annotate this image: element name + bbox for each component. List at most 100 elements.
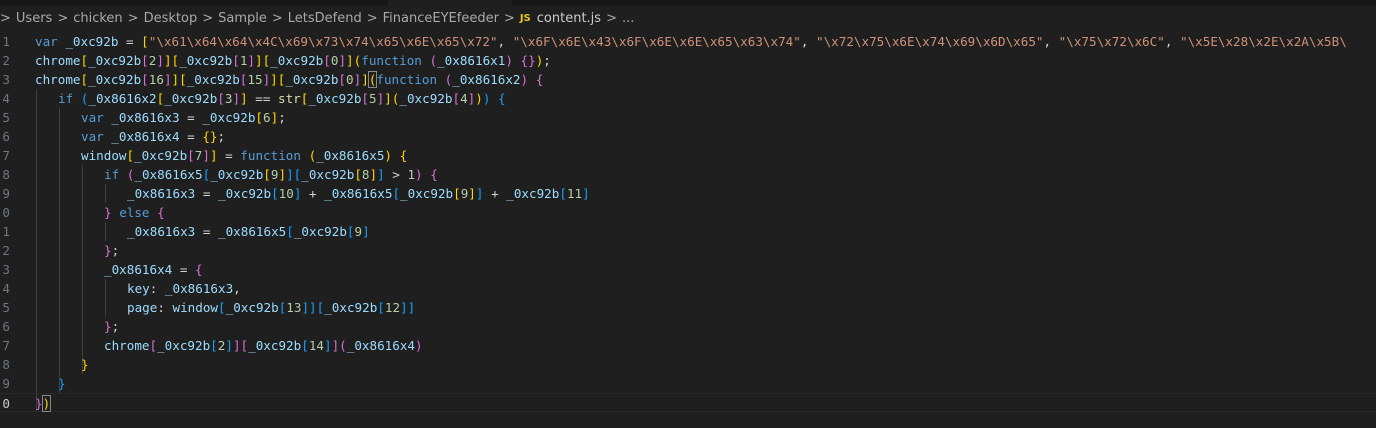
code-token: function bbox=[376, 72, 438, 87]
code-token: {} bbox=[202, 129, 218, 144]
code-token: {} bbox=[520, 53, 536, 68]
code-token: _0xc92b bbox=[218, 186, 272, 201]
code-token: _0xc92b bbox=[65, 34, 119, 49]
code-line: 3 chrome[_0xc92b[16]][_0xc92b[15]][_0xc92… bbox=[0, 70, 1376, 89]
breadcrumb-item-file[interactable]: content.js bbox=[537, 11, 601, 26]
line-content[interactable]: var _0xc92b = ["\x61\x64\x64\x4C\x69\x73… bbox=[35, 32, 1347, 51]
code-token: _0xc92b bbox=[186, 72, 240, 87]
code-token: = bbox=[179, 129, 203, 144]
code-editor[interactable]: 1 var _0xc92b = ["\x61\x64\x64\x4C\x69\x7… bbox=[0, 32, 1376, 428]
code-token: _0xc92b bbox=[88, 53, 142, 68]
code-token: chrome bbox=[104, 338, 150, 353]
code-token: ] bbox=[225, 338, 233, 353]
line-number: 2 bbox=[2, 53, 10, 68]
line-number: 2 bbox=[2, 243, 10, 258]
code-token: 10 bbox=[278, 186, 294, 201]
code-token: ] bbox=[286, 167, 294, 182]
code-token: if bbox=[58, 91, 74, 106]
code-token: [ bbox=[218, 300, 226, 315]
code-token: "\x75\x72\x6C" bbox=[1058, 34, 1165, 49]
breadcrumb-item-sample[interactable]: Sample bbox=[218, 11, 267, 26]
code-token: : bbox=[157, 300, 173, 315]
code-token: [ bbox=[377, 300, 385, 315]
code-token: , bbox=[233, 281, 241, 296]
code-token: _0x8616x2 bbox=[88, 91, 157, 106]
code-token: } bbox=[104, 205, 112, 220]
code-token: [ bbox=[240, 338, 249, 353]
code-token: 9 bbox=[354, 224, 363, 239]
line-content[interactable]: chrome[_0xc92b[16]][_0xc92b[15]][_0xc92b… bbox=[35, 70, 543, 89]
line-content[interactable]: if (_0x8616x2[_0xc92b[3]] == str[_0xc92b… bbox=[58, 89, 506, 108]
line-content[interactable]: var _0x8616x4 = {}; bbox=[81, 127, 225, 146]
line-content[interactable]: } bbox=[58, 374, 66, 393]
line-content[interactable]: page: window[_0xc92b[13]][_0xc92b[12]] bbox=[127, 298, 415, 317]
line-content[interactable]: }) bbox=[35, 394, 52, 413]
line-content[interactable]: key: _0x8616x3, bbox=[127, 279, 241, 298]
line-content[interactable]: _0x8616x3 = _0xc92b[10] + _0x8616x5[_0xc… bbox=[127, 184, 590, 203]
code-line: 8 if (_0x8616x5[_0xc92b[9]][_0xc92b[8]] >… bbox=[0, 165, 1376, 184]
code-token: _0xc92b bbox=[293, 224, 347, 239]
code-token: 12 bbox=[384, 300, 401, 315]
line-content[interactable]: window[_0xc92b[7]] = function (_0x8616x5… bbox=[81, 146, 407, 165]
code-token: chrome bbox=[35, 72, 81, 87]
code-token: _0xc92b bbox=[308, 91, 362, 106]
code-token: _0x8616x4 bbox=[104, 262, 173, 277]
code-token: _0xc92b bbox=[210, 167, 264, 182]
code-token: _0xc92b bbox=[270, 53, 324, 68]
line-content[interactable]: var _0x8616x3 = _0xc92b[6]; bbox=[81, 108, 286, 127]
code-token: [ bbox=[80, 72, 89, 87]
code-token: = bbox=[195, 186, 218, 201]
breadcrumb-item-letsdefend[interactable]: LetsDefend bbox=[288, 11, 362, 26]
code-token: "\x61\x64\x64\x4C\x69\x73\x74\x65\x6E\x6… bbox=[148, 34, 498, 49]
code-token: ]] bbox=[301, 300, 317, 315]
code-token: : bbox=[149, 281, 165, 296]
breadcrumb-item-users[interactable]: Users bbox=[16, 11, 52, 26]
code-token: } bbox=[35, 396, 43, 411]
line-content[interactable]: if (_0x8616x5[_0xc92b[9]][_0xc92b[8]] > … bbox=[104, 165, 438, 184]
code-token: "\x6F\x6E\x43\x6F\x6E\x6E\x65\x63\x74" bbox=[512, 34, 801, 49]
breadcrumb-item-financeeyefeeder[interactable]: FinanceEYEfeeder bbox=[383, 11, 499, 26]
code-token: 15 bbox=[247, 72, 263, 87]
code-token: ] bbox=[163, 53, 172, 68]
code-token: ) bbox=[520, 72, 529, 87]
code-token: 8 bbox=[361, 167, 370, 182]
line-content[interactable]: } else { bbox=[104, 203, 165, 222]
code-token: } bbox=[104, 319, 112, 334]
chevron-right-icon: > bbox=[503, 10, 515, 26]
line-content[interactable]: _0x8616x4 = { bbox=[104, 260, 203, 279]
line-content[interactable]: }; bbox=[104, 241, 119, 260]
line-content[interactable]: }; bbox=[104, 317, 119, 336]
code-token: window bbox=[172, 300, 219, 315]
code-token: _0x8616x3 bbox=[111, 110, 180, 125]
line-content[interactable]: chrome[_0xc92b[2]][_0xc92b[1]][_0xc92b[0… bbox=[35, 51, 551, 70]
code-token: _0xc92b bbox=[399, 91, 453, 106]
line-number: 1 bbox=[2, 34, 10, 49]
chevron-right-icon: > bbox=[202, 10, 214, 26]
code-token: "\x72\x75\x6E\x74\x69\x6D\x65" bbox=[816, 34, 1044, 49]
code-token: _0x8616x5 bbox=[218, 224, 287, 239]
breadcrumb-item-desktop[interactable]: Desktop bbox=[144, 11, 198, 26]
breadcrumb-item-symbols[interactable]: ... bbox=[622, 11, 634, 26]
line-content[interactable]: chrome[_0xc92b[2]][_0xc92b[14]](_0x8616x… bbox=[104, 336, 423, 355]
line-number: 7 bbox=[2, 338, 10, 353]
code-token: = bbox=[118, 34, 142, 49]
code-token: [ bbox=[354, 167, 362, 182]
code-token: ] bbox=[338, 53, 347, 68]
code-line: 2}; bbox=[0, 241, 1376, 260]
code-token: ; bbox=[543, 53, 551, 68]
breadcrumb-item-chicken[interactable]: chicken bbox=[73, 11, 122, 26]
code-token: _0x8616x2 bbox=[452, 72, 521, 87]
code-token: = bbox=[195, 224, 218, 239]
chevron-right-icon: > bbox=[366, 10, 378, 26]
code-token: { bbox=[498, 91, 506, 106]
line-number: 3 bbox=[2, 72, 10, 87]
code-token: > bbox=[384, 167, 408, 182]
code-token: , bbox=[497, 34, 513, 49]
code-token: [ bbox=[271, 186, 279, 201]
code-token: [ bbox=[141, 53, 149, 68]
line-content[interactable]: } bbox=[81, 355, 89, 374]
line-content[interactable]: _0x8616x3 = _0x8616x5[_0xc92b[9] bbox=[127, 222, 370, 241]
